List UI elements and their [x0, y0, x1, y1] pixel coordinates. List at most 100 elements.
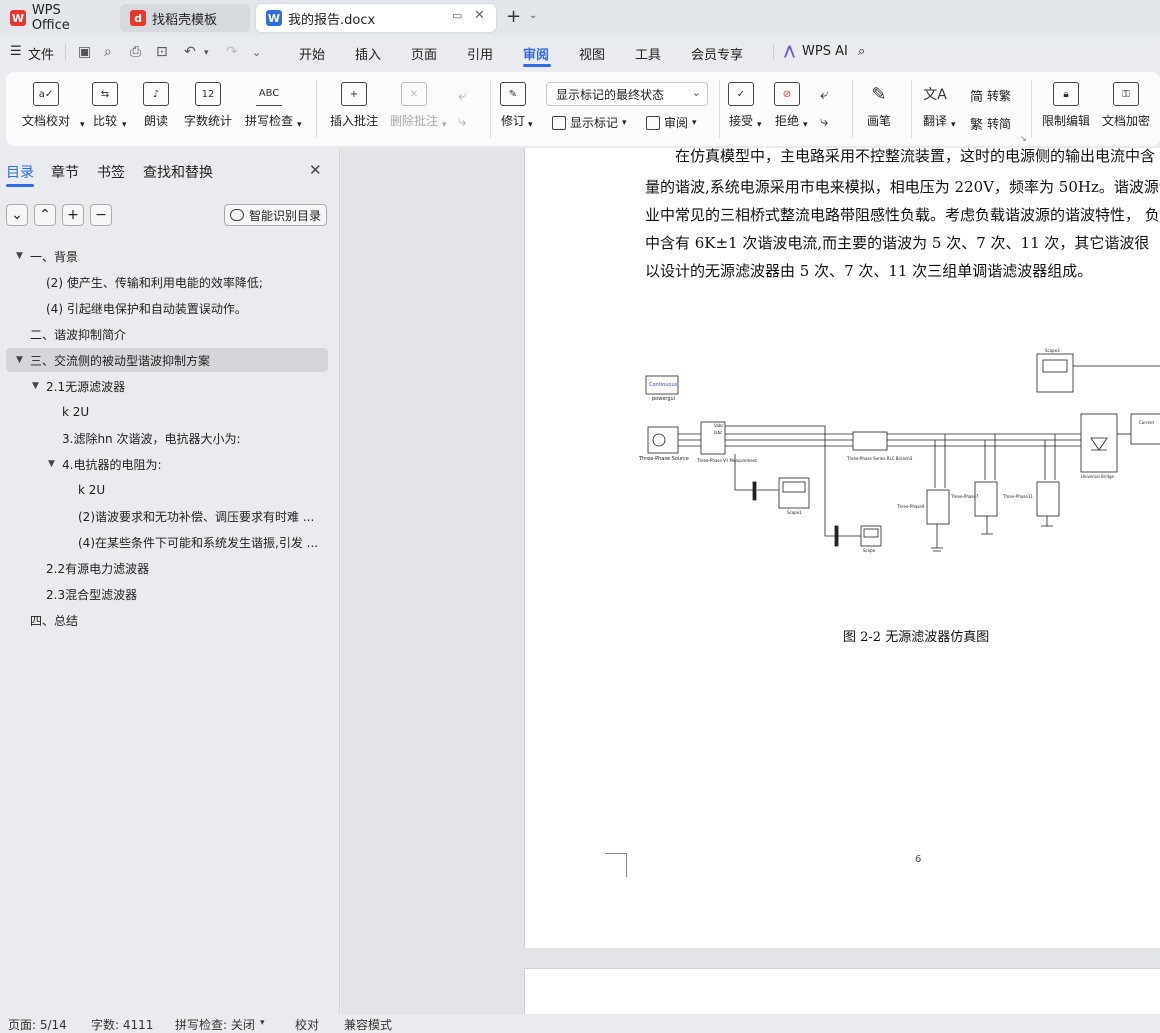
toc-item[interactable]: ▼ 4.电抗器的电阻为:	[6, 452, 328, 476]
menu-view[interactable]: 视图	[579, 44, 605, 63]
word-count-button[interactable]: 12 字数统计	[184, 82, 232, 129]
tab-template[interactable]: d 找稻壳模板	[120, 4, 250, 32]
nav-tab-bookmarks[interactable]: 书签	[97, 162, 125, 182]
chevron-down-icon[interactable]: ▾	[951, 120, 956, 130]
menu-review[interactable]: 审阅	[523, 44, 549, 63]
toc-item[interactable]: ▼ 三、交流侧的被动型谐波抑制方案	[6, 348, 328, 372]
toc-item[interactable]: (4)在某些条件下可能和系统发生谐振,引发 ...	[6, 530, 328, 554]
encrypt-button[interactable]: ⚿ 文档加密	[1102, 82, 1150, 129]
toc-item[interactable]: (2)谐波要求和无功补偿、调压要求有时难 ...	[6, 504, 328, 528]
show-markup-button[interactable]: 显示标记 ▾	[552, 114, 627, 131]
chevron-down-icon[interactable]: ▾	[80, 120, 85, 130]
menu-member[interactable]: 会员专享	[691, 44, 743, 63]
redo-icon[interactable]: ↷	[226, 44, 238, 60]
remove-heading-icon[interactable]: −	[90, 204, 112, 226]
chevron-down-icon[interactable]: ▾	[122, 120, 127, 130]
more-chevron-icon[interactable]: ⌄	[252, 46, 261, 59]
ribbon-expand-icon[interactable]: ↘	[1020, 134, 1027, 143]
chevron-down-icon[interactable]: ▾	[757, 120, 762, 130]
menu-page[interactable]: 页面	[411, 44, 437, 63]
toc-item[interactable]: 二、谐波抑制简介	[6, 322, 328, 346]
compare-button[interactable]: ⇆ 比较	[92, 82, 118, 129]
filter-block-11	[1036, 481, 1060, 517]
nav-tab-find-replace[interactable]: 查找和替换	[143, 162, 213, 182]
toc-item[interactable]: (2) 使产生、传输和利用电能的效率降低;	[6, 270, 328, 294]
proofread-indicator[interactable]: 校对	[295, 1016, 319, 1033]
collapse-up-icon[interactable]: ⌃	[34, 204, 56, 226]
collapse-down-icon[interactable]: ⌄	[6, 204, 28, 226]
to-simplified-button[interactable]: 繁 转简	[970, 114, 1011, 133]
filter-11-label: Three-Phase11	[1002, 494, 1033, 499]
toc-item-label: 三、交流侧的被动型谐波抑制方案	[30, 353, 211, 368]
chevron-down-icon[interactable]: ▾	[528, 120, 533, 130]
wire	[887, 433, 1081, 447]
close-pane-icon[interactable]: ✕	[309, 161, 322, 179]
undo-chevron-icon[interactable]: ▾	[204, 48, 209, 58]
spell-check-button[interactable]: ABC 拼写检查	[245, 82, 293, 129]
print-icon[interactable]: ⎙	[130, 44, 141, 60]
window-mode-icon[interactable]: ▭	[452, 9, 462, 22]
previous-comment-icon[interactable]: ⤶	[458, 86, 466, 104]
markup-state-select[interactable]: 显示标记的最终状态 ⌄	[546, 82, 708, 106]
toc-item[interactable]: 2.2有源电力滤波器	[6, 556, 328, 580]
word-count-indicator[interactable]: 字数: 4111	[91, 1016, 153, 1033]
next-comment-icon[interactable]: ⤷	[458, 112, 466, 130]
toc-item[interactable]: 3.滤除hn 次谐波，电抗器大小为:	[6, 426, 328, 450]
revise-icon: ✎	[500, 82, 526, 106]
chevron-down-icon[interactable]: ▾	[260, 1018, 265, 1028]
chevron-down-icon[interactable]: ▾	[442, 120, 447, 130]
new-tab-icon[interactable]: +	[506, 6, 521, 27]
menu-tools[interactable]: 工具	[635, 44, 661, 63]
next-change-icon[interactable]: ⤷	[820, 112, 828, 130]
toc-item[interactable]: ▼ 一、背景	[6, 244, 328, 268]
page-indicator[interactable]: 页面: 5/14	[8, 1016, 67, 1033]
nav-tab-sections[interactable]: 章节	[51, 162, 79, 182]
delete-comment-button[interactable]: ✕ 删除批注	[390, 82, 438, 129]
expand-triangle-icon[interactable]: ▼	[48, 459, 62, 469]
expand-triangle-icon[interactable]: ▼	[16, 251, 30, 261]
close-tab-icon[interactable]: ✕	[474, 8, 485, 23]
toc-item[interactable]: k 2U	[6, 478, 328, 502]
previous-change-icon[interactable]: ⤶	[820, 85, 828, 103]
export-pdf-icon[interactable]: ⌕	[104, 44, 112, 60]
toc-item[interactable]: k 2U	[6, 400, 328, 424]
add-heading-icon[interactable]: +	[62, 204, 84, 226]
read-aloud-button[interactable]: ♪ 朗读	[143, 82, 169, 129]
toc-item[interactable]: 四、总结	[6, 608, 328, 632]
chevron-down-icon[interactable]: ▾	[803, 120, 808, 130]
search-icon[interactable]: ⌕	[858, 44, 865, 59]
menu-insert[interactable]: 插入	[355, 44, 381, 63]
tab-list-chevron-icon[interactable]: ⌄	[529, 10, 537, 21]
file-menu[interactable]: 文件	[28, 44, 54, 63]
accept-button[interactable]: ✓ 接受	[728, 82, 754, 129]
revise-button[interactable]: ✎ 修订	[500, 82, 526, 129]
review-pane-button[interactable]: 审阅 ▾	[646, 114, 697, 131]
tab-wps-office[interactable]: W WPS Office	[0, 3, 112, 33]
smart-toc-button[interactable]: 智能识别目录	[224, 204, 327, 226]
print-preview-icon[interactable]: ⊡	[156, 44, 168, 60]
proofread-button[interactable]: a✓ 文档校对	[22, 82, 70, 129]
undo-icon[interactable]: ↶	[184, 44, 196, 60]
chevron-down-icon[interactable]: ▾	[297, 120, 302, 130]
hamburger-icon[interactable]: ☰	[10, 44, 22, 59]
tab-document[interactable]: W 我的报告.docx ▭ ✕	[256, 4, 496, 32]
spell-check-indicator[interactable]: 拼写检查: 关闭	[175, 1016, 255, 1033]
insert-comment-button[interactable]: + 插入批注	[330, 82, 378, 129]
reject-button[interactable]: ⊘ 拒绝	[774, 82, 800, 129]
wps-ai-button[interactable]: WPS AI	[802, 44, 848, 59]
translate-button[interactable]: 文A 翻译	[922, 82, 948, 129]
restrict-edit-button[interactable]: 🔒︎ 限制编辑	[1042, 82, 1090, 129]
nav-tab-toc[interactable]: 目录	[6, 162, 34, 182]
toc-item[interactable]: ▼ 2.1无源滤波器	[6, 374, 328, 398]
expand-triangle-icon[interactable]: ▼	[32, 381, 46, 391]
expand-triangle-icon[interactable]: ▼	[16, 355, 30, 365]
toc-item[interactable]: 2.3混合型滤波器	[6, 582, 328, 606]
menu-reference[interactable]: 引用	[467, 44, 493, 63]
to-traditional-button[interactable]: 简 转繁	[970, 86, 1011, 105]
pen-button[interactable]: ✎ 画笔	[866, 82, 892, 129]
ribbon-separator	[1031, 80, 1032, 138]
toc-item[interactable]: (4) 引起继电保护和自动装置误动作。	[6, 296, 328, 320]
read-aloud-icon: ♪	[143, 82, 169, 106]
menu-start[interactable]: 开始	[299, 44, 325, 63]
save-icon[interactable]: ▣	[78, 44, 91, 60]
